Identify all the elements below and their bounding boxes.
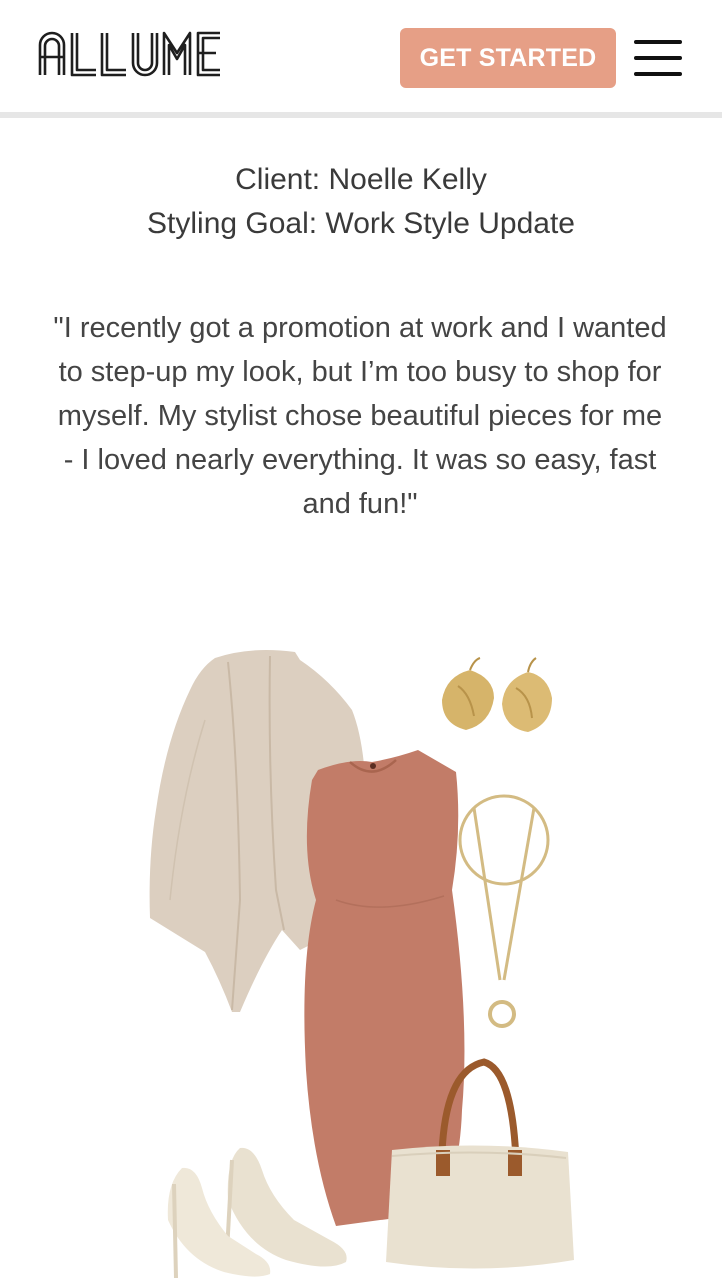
hamburger-menu-icon[interactable] bbox=[634, 40, 682, 76]
site-header: GET STARTED bbox=[0, 0, 722, 112]
menu-bar bbox=[634, 72, 682, 76]
testimonial-quote: "I recently got a promotion at work and … bbox=[53, 312, 667, 520]
allume-logo-mark bbox=[38, 31, 220, 77]
client-name: Client: Noelle Kelly bbox=[235, 163, 487, 196]
outfit-collage bbox=[0, 600, 722, 1278]
earrings-image bbox=[442, 657, 552, 732]
testimonial-heading: Client: Noelle Kelly Styling Goal: Work … bbox=[0, 158, 722, 246]
styling-goal: Styling Goal: Work Style Update bbox=[147, 207, 575, 240]
header-divider bbox=[0, 112, 722, 118]
menu-bar bbox=[634, 56, 682, 60]
allume-logo[interactable] bbox=[38, 28, 248, 80]
menu-bar bbox=[634, 40, 682, 44]
get-started-button[interactable]: GET STARTED bbox=[400, 28, 616, 88]
pendant-necklace-image bbox=[458, 794, 550, 1028]
